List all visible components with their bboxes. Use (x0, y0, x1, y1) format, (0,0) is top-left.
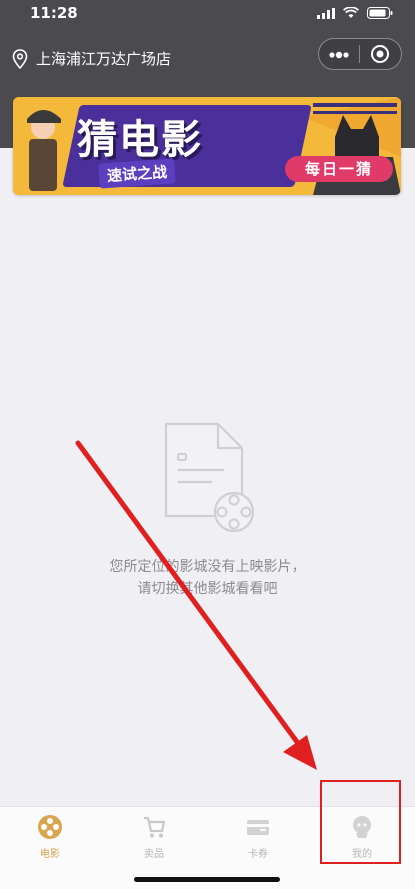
annotation-highlight-box (320, 780, 401, 864)
annotation-arrow (75, 440, 317, 770)
